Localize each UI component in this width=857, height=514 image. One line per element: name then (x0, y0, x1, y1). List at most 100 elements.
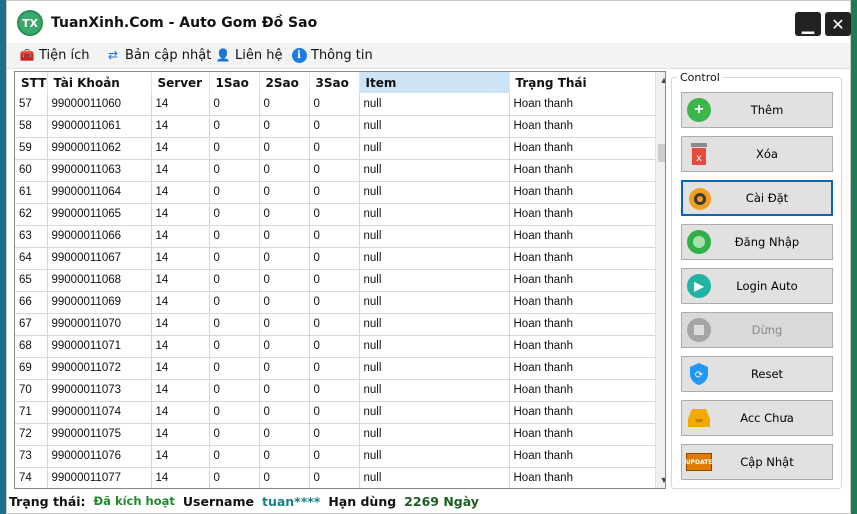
table-cell[interactable]: 0 (209, 379, 260, 402)
table-cell[interactable]: 0 (309, 423, 360, 446)
table-cell[interactable]: 0 (259, 445, 310, 468)
table-cell[interactable]: 0 (309, 137, 360, 160)
table-cell[interactable]: 14 (151, 335, 210, 358)
settings-button[interactable]: Cài Đặt (681, 180, 833, 216)
table-cell[interactable]: 0 (309, 445, 360, 468)
table-cell[interactable]: Hoan thanh (509, 181, 656, 204)
table-cell[interactable]: 14 (151, 291, 210, 314)
table-row[interactable]: 62 99000011065 14 0 0 0 null Hoan thanh (15, 203, 656, 226)
table-cell[interactable]: 0 (259, 379, 310, 402)
table-row[interactable]: 59 99000011062 14 0 0 0 null Hoan thanh (15, 137, 656, 160)
table-cell[interactable]: 99000011061 (47, 115, 152, 138)
menu-item-lien-he[interactable]: 👤 Liên hệ (215, 47, 283, 63)
table-cell[interactable]: 68 (15, 335, 48, 358)
table-cell[interactable]: 0 (259, 291, 310, 314)
table-cell[interactable]: 0 (259, 225, 310, 248)
minimize-button[interactable]: ▁ (795, 12, 821, 36)
table-cell[interactable]: 0 (259, 137, 310, 160)
table-cell[interactable]: 14 (151, 401, 210, 424)
table-cell[interactable]: Hoan thanh (509, 225, 656, 248)
table-cell[interactable]: 99000011074 (47, 401, 152, 424)
table-cell[interactable]: Hoan thanh (509, 159, 656, 182)
table-cell[interactable]: 99000011068 (47, 269, 152, 292)
table-row[interactable]: 67 99000011070 14 0 0 0 null Hoan thanh (15, 313, 656, 336)
table-cell[interactable]: 99000011071 (47, 335, 152, 358)
accounts-button[interactable]: Acc Chưa (681, 400, 833, 436)
table-cell[interactable]: 14 (151, 313, 210, 336)
table-cell[interactable]: 0 (309, 181, 360, 204)
table-cell[interactable]: 63 (15, 225, 48, 248)
table-cell[interactable]: Hoan thanh (509, 467, 656, 488)
table-cell[interactable]: 0 (309, 379, 360, 402)
table-row[interactable]: 70 99000011073 14 0 0 0 null Hoan thanh (15, 379, 656, 402)
table-cell[interactable]: null (359, 181, 510, 204)
table-cell[interactable]: 0 (209, 357, 260, 380)
table-cell[interactable]: null (359, 269, 510, 292)
table-cell[interactable]: null (359, 137, 510, 160)
table-cell[interactable]: Hoan thanh (509, 357, 656, 380)
table-row[interactable]: 68 99000011071 14 0 0 0 null Hoan thanh (15, 335, 656, 358)
table-cell[interactable]: 60 (15, 159, 48, 182)
table-cell[interactable]: 99000011066 (47, 225, 152, 248)
table-cell[interactable]: Hoan thanh (509, 115, 656, 138)
table-cell[interactable]: null (359, 225, 510, 248)
table-cell[interactable]: null (359, 93, 510, 116)
login-button[interactable]: Đăng Nhập (681, 224, 833, 260)
menu-item-thong-tin[interactable]: i Thông tin (291, 47, 373, 63)
table-cell[interactable]: null (359, 423, 510, 446)
table-cell[interactable]: 61 (15, 181, 48, 204)
table-cell[interactable]: 69 (15, 357, 48, 380)
table-cell[interactable]: Hoan thanh (509, 335, 656, 358)
accounts-grid[interactable]: STT Tài Khoản Server 1Sao 2Sao 3Sao Item… (14, 71, 666, 489)
table-cell[interactable]: 0 (309, 269, 360, 292)
table-cell[interactable]: 0 (209, 225, 260, 248)
table-cell[interactable]: 0 (259, 247, 310, 270)
table-cell[interactable]: 99000011072 (47, 357, 152, 380)
table-cell[interactable]: 0 (209, 159, 260, 182)
table-row[interactable]: 72 99000011075 14 0 0 0 null Hoan thanh (15, 423, 656, 446)
table-cell[interactable]: 57 (15, 93, 48, 116)
table-row[interactable]: 65 99000011068 14 0 0 0 null Hoan thanh (15, 269, 656, 292)
table-cell[interactable]: 0 (209, 291, 260, 314)
table-cell[interactable]: 0 (309, 401, 360, 424)
table-row[interactable]: 71 99000011074 14 0 0 0 null Hoan thanh (15, 401, 656, 424)
table-cell[interactable]: null (359, 335, 510, 358)
table-cell[interactable]: 14 (151, 203, 210, 226)
table-cell[interactable]: 14 (151, 115, 210, 138)
table-cell[interactable]: 0 (259, 159, 310, 182)
table-cell[interactable]: 0 (209, 203, 260, 226)
table-cell[interactable]: null (359, 401, 510, 424)
table-cell[interactable]: 0 (309, 225, 360, 248)
table-cell[interactable]: 0 (259, 401, 310, 424)
table-row[interactable]: 64 99000011067 14 0 0 0 null Hoan thanh (15, 247, 656, 270)
scroll-down-icon[interactable]: ▼ (656, 472, 665, 488)
table-cell[interactable]: 99000011069 (47, 291, 152, 314)
table-cell[interactable]: 62 (15, 203, 48, 226)
table-cell[interactable]: null (359, 115, 510, 138)
table-row[interactable]: 61 99000011064 14 0 0 0 null Hoan thanh (15, 181, 656, 204)
column-header-selected[interactable]: Item (359, 72, 510, 93)
table-cell[interactable]: 0 (209, 247, 260, 270)
column-header[interactable]: Server (151, 72, 210, 93)
table-cell[interactable]: 70 (15, 379, 48, 402)
table-cell[interactable]: 0 (209, 335, 260, 358)
title-bar[interactable]: TX TuanXinh.Com - Auto Gom Đồ Sao ▁ ✕ (7, 1, 851, 43)
table-row[interactable]: 66 99000011069 14 0 0 0 null Hoan thanh (15, 291, 656, 314)
table-cell[interactable]: 14 (151, 247, 210, 270)
table-cell[interactable]: 0 (259, 181, 310, 204)
table-cell[interactable]: Hoan thanh (509, 269, 656, 292)
table-cell[interactable]: 14 (151, 225, 210, 248)
reset-button[interactable]: ⟳ Reset (681, 356, 833, 392)
column-header[interactable]: 1Sao (209, 72, 260, 93)
table-cell[interactable]: 0 (259, 423, 310, 446)
table-cell[interactable]: 59 (15, 137, 48, 160)
table-cell[interactable]: null (359, 357, 510, 380)
table-cell[interactable]: 0 (309, 467, 360, 488)
table-cell[interactable]: 0 (259, 93, 310, 116)
table-cell[interactable]: 67 (15, 313, 48, 336)
table-cell[interactable]: 0 (259, 313, 310, 336)
table-cell[interactable]: 74 (15, 467, 48, 488)
column-header[interactable]: 2Sao (259, 72, 310, 93)
table-cell[interactable]: null (359, 203, 510, 226)
table-cell[interactable]: 14 (151, 379, 210, 402)
